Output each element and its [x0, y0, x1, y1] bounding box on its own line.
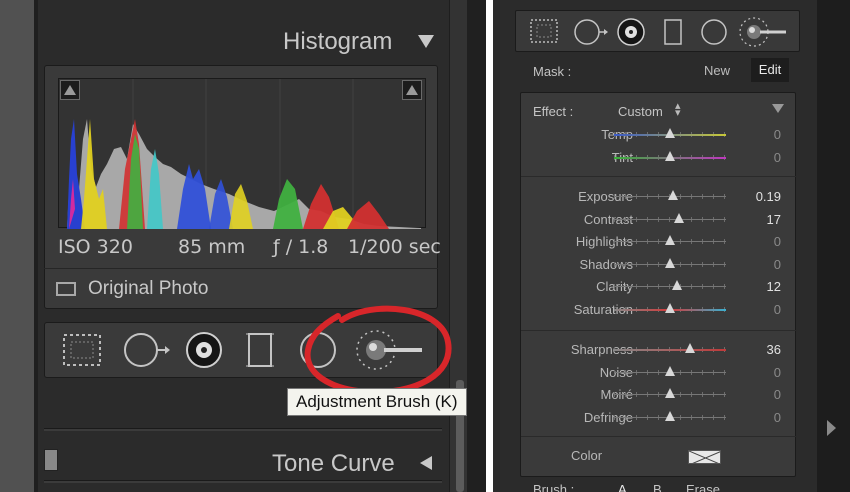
- brush-a-button[interactable]: A: [618, 482, 627, 492]
- group-divider: [521, 176, 797, 177]
- highlight-clipping-toggle[interactable]: [402, 80, 422, 100]
- group-divider: [521, 436, 797, 437]
- panel-expand-icon[interactable]: [827, 420, 836, 436]
- slider-value[interactable]: 0.19: [756, 189, 781, 204]
- mask-new-button[interactable]: New: [704, 63, 730, 78]
- spot-removal-tool-icon[interactable]: [122, 330, 172, 370]
- mask-edit-button[interactable]: Edit: [751, 58, 789, 82]
- slider-handle[interactable]: [665, 258, 675, 268]
- brush-label: Brush :: [533, 482, 575, 492]
- slider-value[interactable]: 0: [774, 302, 781, 317]
- crop-overlay-tool-icon[interactable]: [62, 333, 102, 367]
- slider-shadows[interactable]: Shadows 0: [521, 254, 797, 276]
- no-color-icon: [689, 451, 720, 463]
- slider-handle[interactable]: [665, 128, 675, 138]
- spot-removal-tool-icon[interactable]: [573, 17, 609, 47]
- slider-value[interactable]: 0: [774, 150, 781, 165]
- right-edge: [467, 0, 486, 492]
- slider-handle[interactable]: [671, 280, 682, 290]
- panel-scrollbar[interactable]: [449, 0, 467, 492]
- graduated-filter-tool-icon[interactable]: [662, 18, 684, 46]
- red-highlight-circle: [304, 305, 452, 396]
- color-swatch[interactable]: [688, 450, 721, 464]
- slider-handle[interactable]: [673, 213, 684, 223]
- tone-curve-title[interactable]: Tone Curve: [272, 450, 395, 478]
- crop-overlay-tool-icon[interactable]: [529, 18, 559, 44]
- shadow-clipping-toggle[interactable]: [60, 80, 80, 100]
- slider-value[interactable]: 0: [774, 387, 781, 402]
- histogram-chart: [67, 79, 421, 229]
- divider: [44, 268, 438, 269]
- right-edge: [817, 0, 850, 492]
- radial-filter-tool-icon[interactable]: [699, 17, 729, 47]
- collapse-triangle-icon[interactable]: [772, 104, 784, 113]
- local-adjustment-panel: Mask : New Edit Effect : Custom ▴ ▾ Color…: [493, 0, 850, 492]
- slider-defringe[interactable]: Defringe 0: [521, 407, 797, 429]
- effect-preset-select[interactable]: Custom: [618, 104, 663, 119]
- slider-handle[interactable]: [685, 343, 696, 353]
- adjustment-brush-tool-icon[interactable]: [738, 14, 788, 50]
- slider-handle[interactable]: [665, 411, 675, 421]
- red-eye-tool-icon[interactable]: [184, 330, 224, 370]
- slider-value[interactable]: 36: [767, 342, 781, 357]
- slider-track[interactable]: [614, 219, 726, 220]
- slider-handle[interactable]: [665, 388, 675, 398]
- exif-aperture: ƒ / 1.8: [273, 236, 329, 258]
- slider-noise[interactable]: Noise0: [521, 362, 797, 384]
- slider-track[interactable]: [614, 286, 726, 287]
- color-label: Color: [571, 448, 603, 463]
- slider-track[interactable]: [614, 349, 726, 351]
- panel-separator: [44, 428, 442, 431]
- slider-handle[interactable]: [665, 235, 675, 245]
- slider-temp[interactable]: Temp0: [521, 124, 797, 146]
- left-edge-strip: [0, 0, 34, 492]
- slider-handle[interactable]: [665, 366, 675, 376]
- brush-erase-button[interactable]: Erase: [686, 482, 720, 492]
- slider-tint[interactable]: Tint0: [521, 147, 797, 169]
- exif-iso: ISO 320: [58, 236, 133, 258]
- slider-handle[interactable]: [665, 303, 675, 313]
- expand-triangle-icon[interactable]: [420, 456, 432, 470]
- graduated-filter-tool-icon[interactable]: [244, 331, 278, 369]
- panel-divider: [34, 0, 38, 492]
- slider-saturation[interactable]: Saturation 0: [521, 299, 797, 321]
- select-arrows-icon[interactable]: ▴ ▾: [675, 101, 681, 119]
- histogram-title[interactable]: Histogram: [283, 28, 392, 56]
- slider-value[interactable]: 17: [767, 212, 781, 227]
- red-eye-tool-icon[interactable]: [616, 17, 646, 47]
- slider-value[interactable]: 12: [767, 279, 781, 294]
- slider-value[interactable]: 0: [774, 365, 781, 380]
- exif-focal-length: 85 mm: [178, 236, 246, 258]
- collapse-triangle-icon[interactable]: [418, 35, 434, 48]
- panel-separator: [44, 480, 442, 483]
- slider-moir[interactable]: Moiré0: [521, 384, 797, 406]
- slider-highlights[interactable]: Highlights 0: [521, 231, 797, 253]
- slider-exposure[interactable]: Exposure 0.19: [521, 186, 797, 208]
- slider-sharpness[interactable]: Sharpness 36: [521, 339, 797, 361]
- group-divider: [521, 330, 797, 331]
- histogram-graph[interactable]: [58, 78, 426, 229]
- original-photo-label: Original Photo: [88, 278, 209, 299]
- panel-switch-icon[interactable]: [44, 449, 58, 471]
- slider-handle[interactable]: [668, 190, 679, 200]
- slider-value[interactable]: 0: [774, 410, 781, 425]
- slider-value[interactable]: 0: [774, 234, 781, 249]
- tooltip: Adjustment Brush (K): [287, 388, 467, 416]
- effect-label: Effect :: [533, 104, 574, 119]
- brush-b-button[interactable]: B: [653, 482, 662, 492]
- slider-value[interactable]: 0: [774, 257, 781, 272]
- exif-shutter: 1/200 sec: [348, 236, 441, 258]
- original-photo-checkbox[interactable]: [56, 282, 76, 296]
- mask-label: Mask :: [533, 64, 572, 79]
- slider-contrast[interactable]: Contrast 17: [521, 209, 797, 231]
- slider-handle[interactable]: [665, 151, 675, 161]
- slider-clarity[interactable]: Clarity12: [521, 276, 797, 298]
- slider-value[interactable]: 0: [774, 127, 781, 142]
- develop-panel-left: Histogram ISO 320 85 mm ƒ / 1.8 1/200 se…: [0, 0, 486, 492]
